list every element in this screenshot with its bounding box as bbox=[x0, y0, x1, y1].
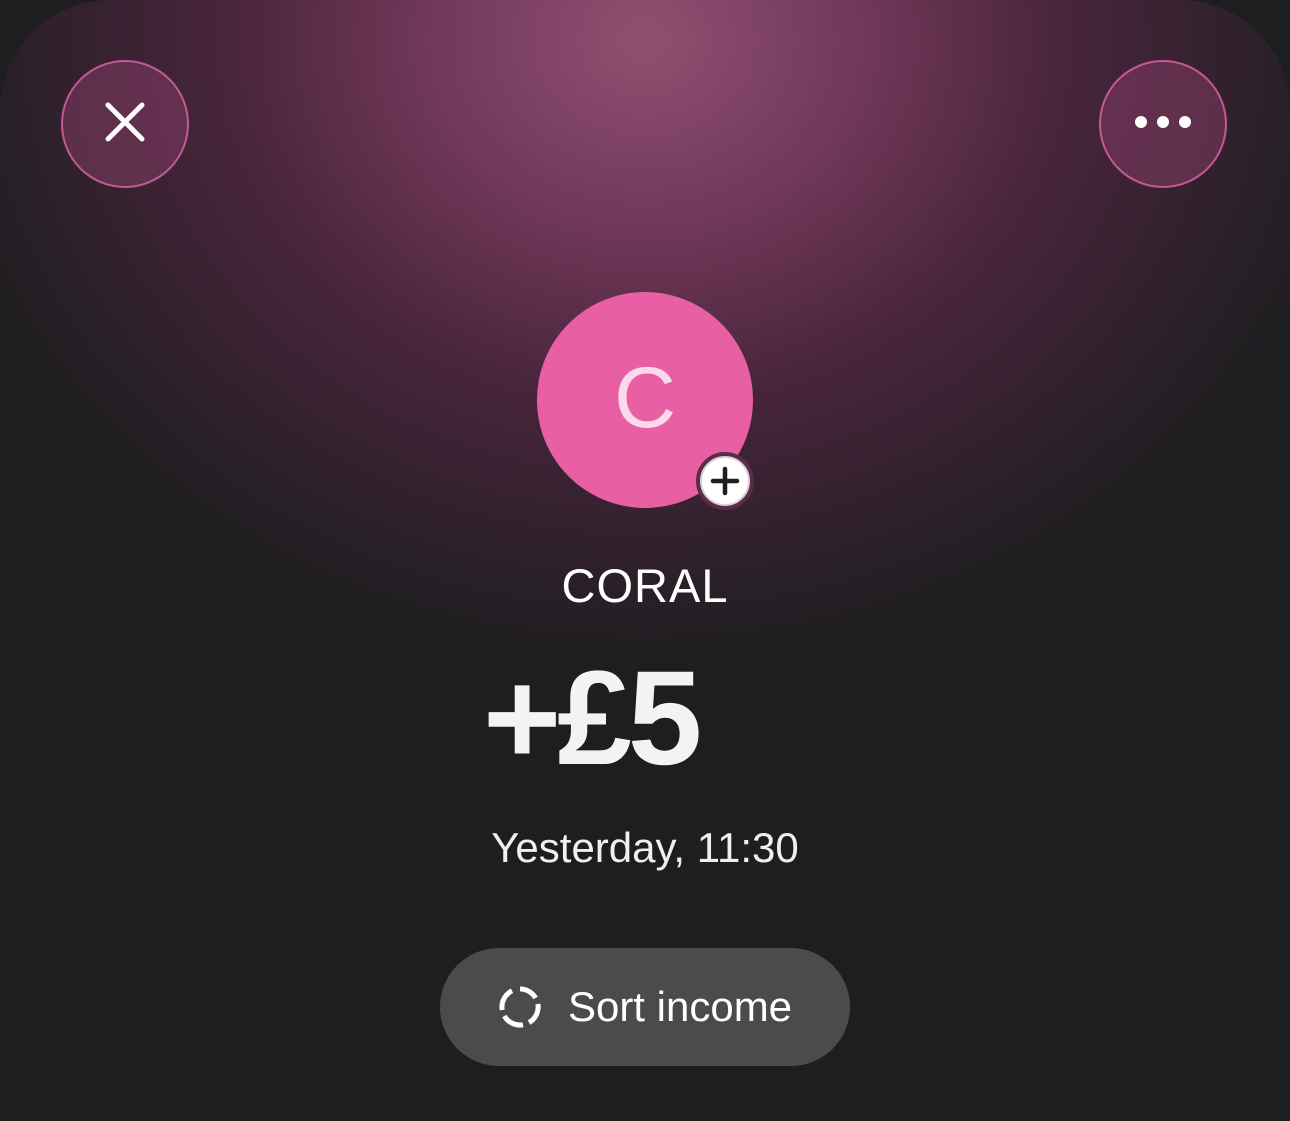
close-button[interactable] bbox=[61, 60, 189, 188]
transaction-amount: +£5 bbox=[483, 644, 702, 793]
sort-income-label: Sort income bbox=[567, 983, 793, 1030]
merchant-name: CORAL bbox=[561, 559, 729, 612]
close-icon bbox=[103, 100, 147, 148]
loading-spinner-icon bbox=[498, 985, 542, 1029]
more-options-button[interactable] bbox=[1099, 60, 1227, 188]
more-horizontal-icon bbox=[1133, 114, 1193, 134]
transaction-detail-sheet: C CORAL +£5 Yesterday, 11:30 Sort income bbox=[0, 0, 1290, 1121]
avatar-initial: C bbox=[613, 350, 677, 446]
add-photo-button[interactable] bbox=[696, 452, 754, 510]
transaction-timestamp: Yesterday, 11:30 bbox=[491, 824, 799, 871]
plus-icon bbox=[702, 458, 748, 504]
sort-income-button[interactable]: Sort income bbox=[440, 948, 850, 1066]
